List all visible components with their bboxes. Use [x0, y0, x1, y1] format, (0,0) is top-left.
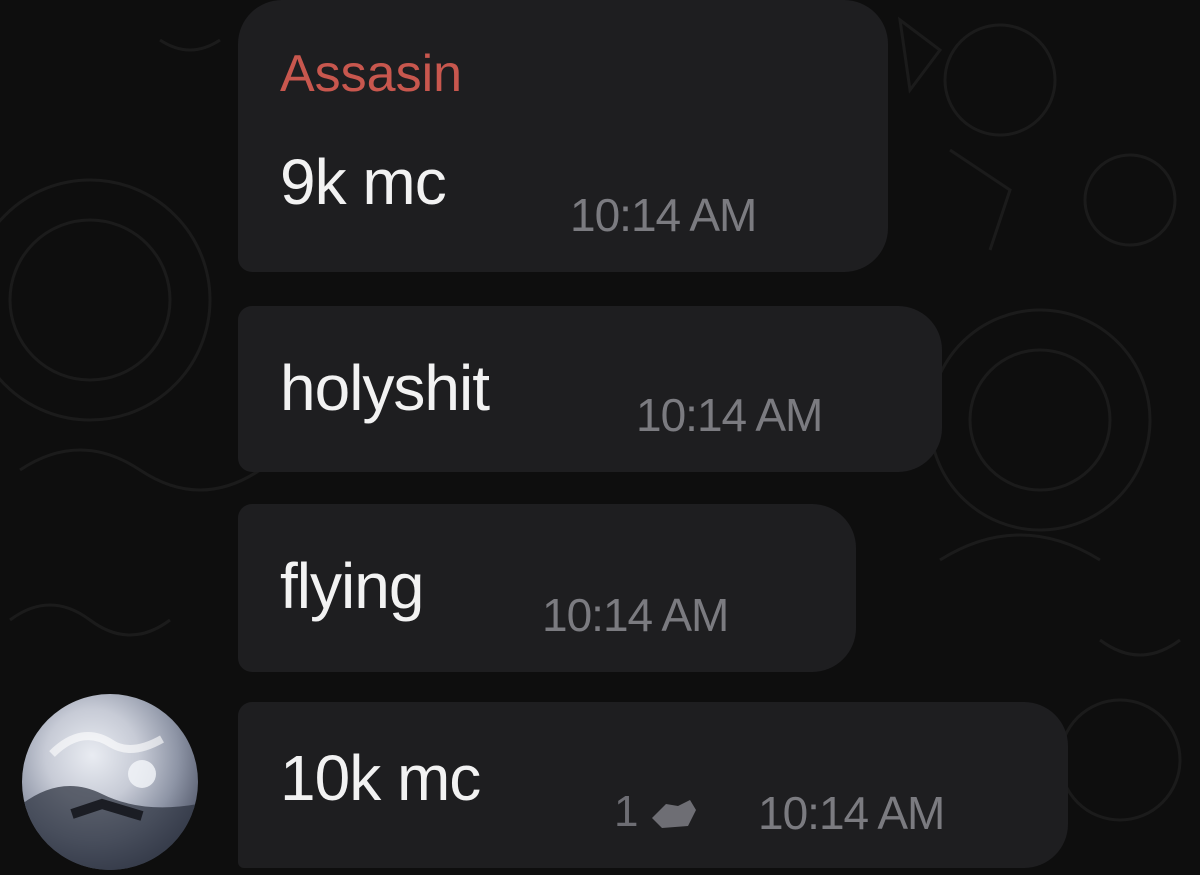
message-text: 10k mc [280, 742, 481, 814]
message-text: flying [280, 550, 424, 622]
chat-view: Assasin 9k mc 10:14 AM holyshit 10:14 AM… [0, 0, 1200, 875]
message-bubble[interactable]: Assasin 9k mc 10:14 AM [238, 0, 888, 272]
sender-name[interactable]: Assasin [280, 48, 462, 100]
message-bubble[interactable]: flying 10:14 AM [238, 504, 856, 672]
message-timestamp: 10:14 AM [542, 589, 729, 641]
message-timestamp: 10:14 AM [570, 189, 757, 241]
message-text: 9k mc [280, 146, 447, 218]
reaction-count: 1 [614, 787, 639, 836]
message-reaction[interactable]: 1 [614, 790, 700, 834]
hand-icon [648, 792, 700, 832]
message-timestamp: 10:14 AM [636, 389, 823, 441]
message-bubble[interactable]: 10k mc 1 10:14 AM [238, 702, 1068, 868]
message-timestamp: 10:14 AM [758, 787, 945, 839]
message-bubble[interactable]: holyshit 10:14 AM [238, 306, 942, 472]
message-text: holyshit [280, 352, 490, 424]
avatar[interactable] [22, 694, 198, 870]
